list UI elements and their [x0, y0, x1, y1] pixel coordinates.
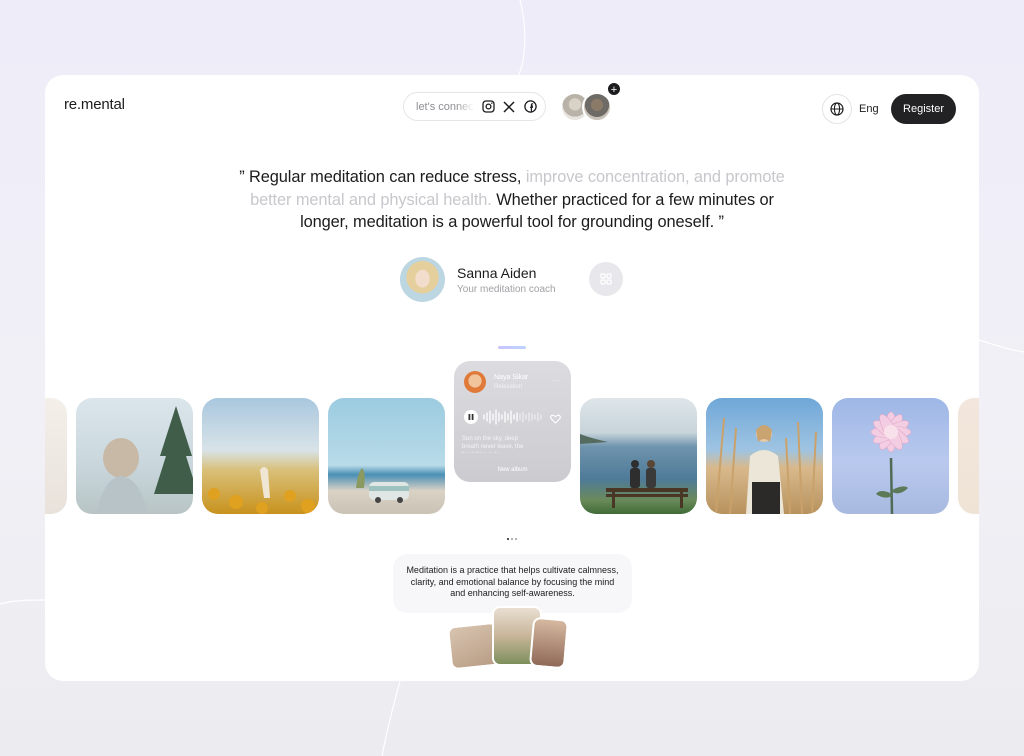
x-icon[interactable]: [502, 100, 516, 114]
testimonial-quote: ” Regular meditation can reduce stress, …: [225, 166, 799, 234]
gallery-image-sunflower-field[interactable]: [202, 398, 319, 514]
album-label: New album: [497, 467, 528, 473]
register-button[interactable]: Register: [891, 94, 956, 124]
globe-icon[interactable]: [822, 94, 852, 124]
gallery-image-flower[interactable]: [832, 398, 949, 514]
coach-avatar: [400, 257, 445, 302]
gallery-image-woman-reeds[interactable]: [706, 398, 823, 514]
music-player-card[interactable]: Naya Sikar Relaxation ⋯ Sun on the sky, …: [454, 361, 571, 482]
collage-image[interactable]: [528, 616, 570, 670]
social-connect-bar: let's connect: [403, 92, 546, 121]
artist-name: Naya Sikar: [494, 374, 529, 381]
gallery-image-woman-back[interactable]: [76, 398, 193, 514]
community-avatars[interactable]: +: [560, 82, 621, 123]
gallery-image-partial[interactable]: [958, 398, 979, 514]
facebook-icon[interactable]: [523, 100, 537, 114]
gallery-image-couple-bench[interactable]: [580, 398, 697, 514]
audio-waveform[interactable]: [482, 408, 544, 426]
pagination-dots[interactable]: [507, 538, 517, 540]
pause-icon[interactable]: [464, 410, 478, 424]
language-selector[interactable]: Eng: [859, 103, 879, 115]
heart-icon[interactable]: [550, 411, 561, 429]
main-card: re.mental let's connect + Eng Register ”…: [45, 75, 979, 681]
carousel-indicator: [498, 346, 526, 349]
track-name: Relaxation: [494, 384, 523, 390]
description-card: Meditation is a practice that helps cult…: [393, 554, 632, 613]
instagram-icon[interactable]: [481, 100, 495, 114]
add-icon[interactable]: +: [607, 82, 621, 96]
coach-name: Sanna Aiden: [457, 265, 537, 281]
lyrics-text: Sun on the sky, deep breath never leave,…: [462, 436, 524, 453]
gallery-image-camper-van[interactable]: [328, 398, 445, 514]
coach-role: Your meditation coach: [457, 284, 556, 295]
gallery-image-partial[interactable]: [45, 398, 67, 514]
more-icon[interactable]: ⋯: [552, 376, 560, 385]
grid-menu-icon[interactable]: [589, 262, 623, 296]
avatar: [582, 92, 612, 122]
brand-logo[interactable]: re.mental: [64, 96, 125, 113]
artist-avatar: [464, 371, 486, 393]
connect-label: let's connect: [416, 100, 474, 113]
quote-text: ” Regular meditation can reduce stress,: [239, 168, 522, 186]
